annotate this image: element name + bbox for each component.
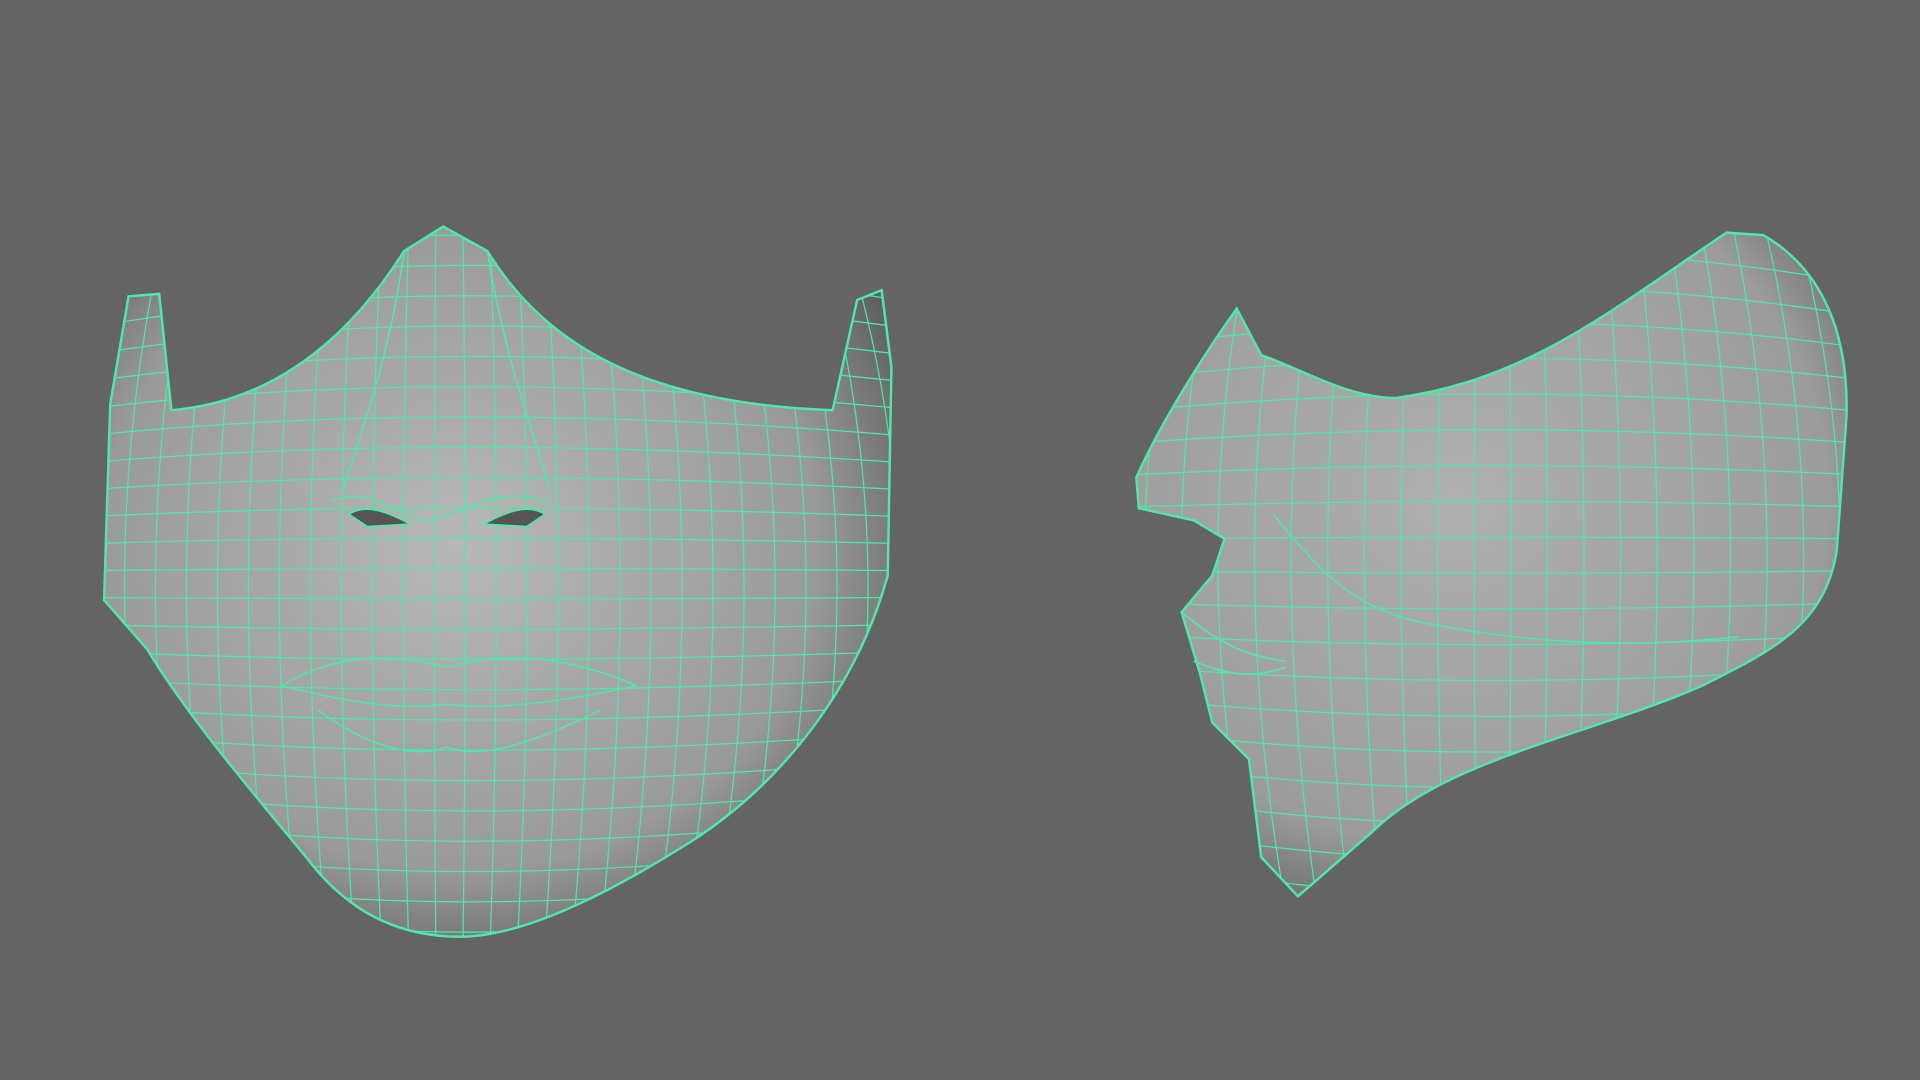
wireframe-edge: [1136, 856, 1847, 897]
front-face-mesh[interactable]: [32, 174, 961, 992]
wireframe-edge: [1136, 792, 1847, 825]
wireframe-edge: [86, 948, 906, 993]
wireframe-edge: [104, 226, 892, 248]
front-mesh-surface: [104, 226, 892, 937]
side-face-mesh[interactable]: [1071, 179, 1913, 931]
wireframe-edge: [1127, 179, 1862, 220]
wireframe-edge: [32, 220, 86, 955]
wireframe-edge: [894, 220, 961, 955]
wireframe-edge: [1136, 761, 1847, 789]
3d-viewport[interactable]: [0, 0, 1920, 1080]
side-mesh-surface: [1136, 232, 1847, 897]
wireframe-edge: [1144, 232, 1191, 897]
wireframe-edge: [1136, 232, 1159, 897]
wireframe-edge: [1136, 888, 1847, 897]
wireframe-edge: [86, 174, 906, 220]
wireframe-edge: [1071, 220, 1126, 906]
wireframe-edge: [1859, 220, 1914, 906]
wireframe-edge: [1136, 824, 1847, 861]
